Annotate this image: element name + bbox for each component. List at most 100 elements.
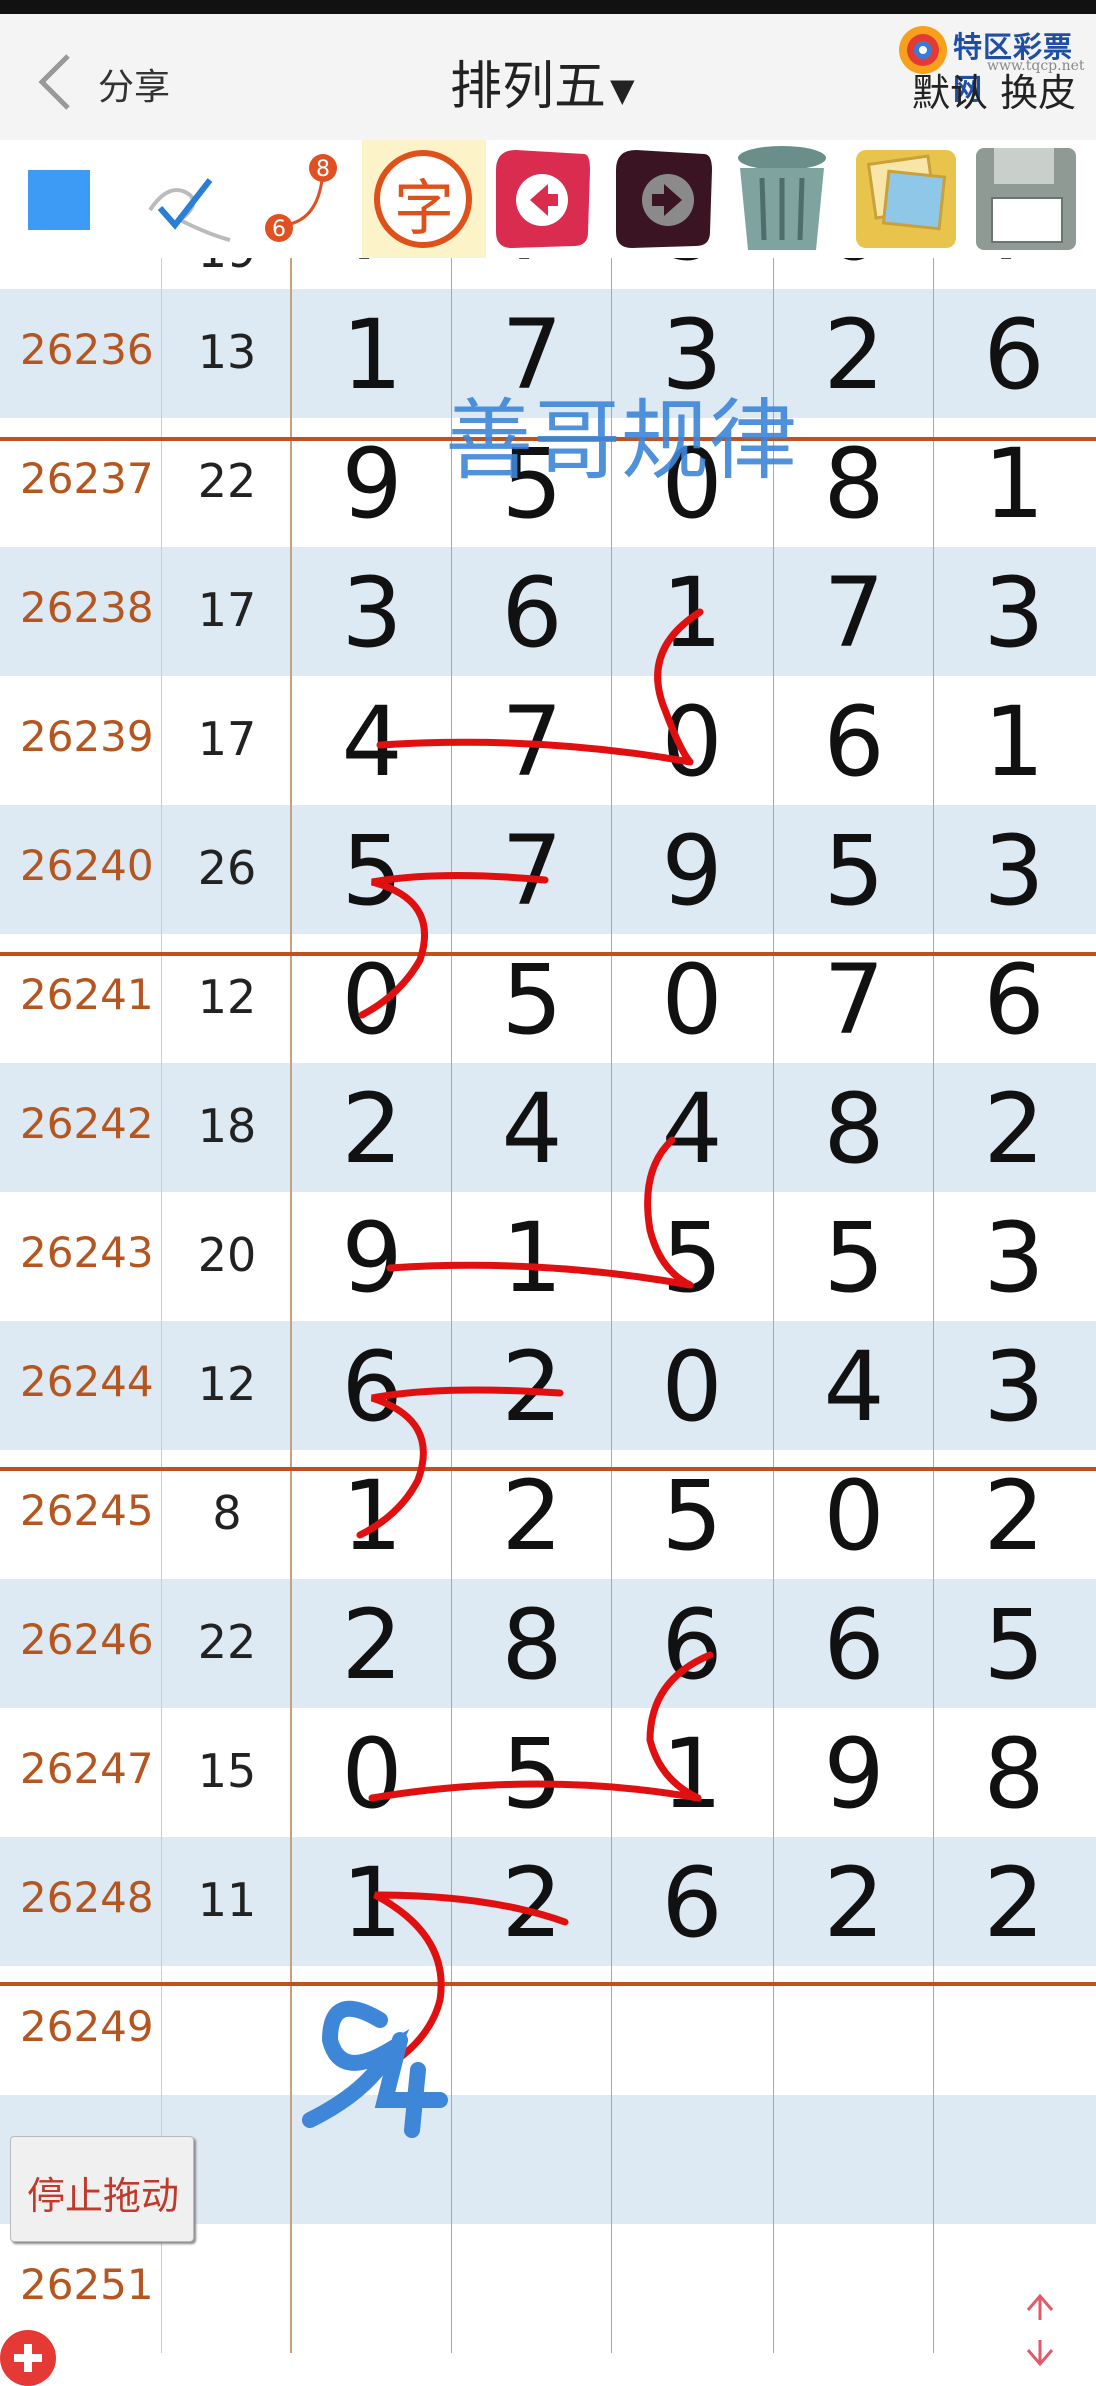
- digit-sum: 17: [197, 583, 257, 637]
- lottery-results-grid: 19 7 7 9 0 7 262361317326262372295081262…: [0, 258, 1096, 2383]
- digit: 0: [774, 258, 934, 282]
- digit: 0: [341, 1718, 403, 1830]
- digit-sum: 17: [197, 712, 257, 766]
- issue-number: 26242: [20, 1099, 154, 1148]
- issue-number: 26237: [20, 454, 154, 503]
- sequence-icon[interactable]: 8 6: [255, 140, 345, 258]
- cell-digit: 4: [774, 1321, 934, 1450]
- cell-id: 26236: [0, 289, 162, 418]
- digit: 0: [661, 428, 723, 540]
- table-row: 26251: [0, 2224, 1096, 2353]
- issue-number: 26240: [20, 841, 154, 890]
- digit: 7: [501, 815, 563, 927]
- cell-sum: [162, 2224, 292, 2353]
- cell-digit: 9: [774, 1708, 934, 1837]
- image-icon[interactable]: [846, 140, 966, 258]
- cell-digit: [774, 2224, 934, 2353]
- digit: 8: [983, 1718, 1045, 1830]
- cell-digit: 1: [292, 1837, 452, 1966]
- digit: 4: [661, 1073, 723, 1185]
- text-icon[interactable]: 字: [362, 140, 486, 258]
- text-icon-glyph: 字: [394, 174, 454, 244]
- digit: 9: [661, 815, 723, 927]
- digit: 3: [661, 299, 723, 411]
- digit: 1: [661, 1718, 723, 1830]
- digit: 2: [983, 1460, 1045, 1572]
- sequence-digit-end: 8: [316, 157, 330, 182]
- digit: 5: [823, 1202, 885, 1314]
- back-arrow-icon[interactable]: [490, 140, 594, 258]
- cell-digit: 1: [612, 1708, 774, 1837]
- digit: 7: [823, 557, 885, 669]
- cell-id: 26248: [0, 1837, 162, 1966]
- cell-id: [0, 258, 162, 289]
- digit: 1: [341, 299, 403, 411]
- cell-digit: 4: [612, 1063, 774, 1192]
- cell-id: 26240: [0, 805, 162, 934]
- digit: 2: [341, 1073, 403, 1185]
- issue-number: 26243: [20, 1228, 154, 1277]
- table-row: 26243 20 9 1 5 5 3: [0, 1192, 1096, 1321]
- digit: 2: [823, 1847, 885, 1959]
- cell-digit: 2: [292, 1063, 452, 1192]
- dropdown-caret-icon: ▼: [610, 71, 635, 109]
- cell-digit: 8: [774, 1063, 934, 1192]
- page-title[interactable]: 排列五 ▼: [450, 44, 635, 119]
- pen-icon[interactable]: [140, 140, 240, 258]
- cell-digit: 6: [292, 1321, 452, 1450]
- digit: 1: [983, 686, 1045, 798]
- table-row: 26247 15 0 5 1 9 8: [0, 1708, 1096, 1837]
- table-row: 26242 18 2 4 4 8 2: [0, 1063, 1096, 1192]
- cell-digit: 0: [612, 1321, 774, 1450]
- cell-digit: 2: [452, 1321, 612, 1450]
- cell-id: 26243: [0, 1192, 162, 1321]
- digit: 6: [341, 1331, 403, 1443]
- skin-button[interactable]: 默认 换皮: [912, 62, 1076, 117]
- cell-digit: 3: [612, 289, 774, 418]
- digit: 5: [823, 815, 885, 927]
- digit: 2: [823, 299, 885, 411]
- digit: 2: [501, 1331, 563, 1443]
- digit: 0: [661, 686, 723, 798]
- digit-sum: 26: [197, 841, 257, 895]
- issue-number: 26236: [20, 325, 154, 374]
- table-row: 26244 12 6 2 0 4 3: [0, 1321, 1096, 1450]
- digit-sum: 18: [197, 1099, 257, 1153]
- cell-digit: [774, 2095, 934, 2224]
- digit: 9: [823, 1718, 885, 1830]
- digit: 8: [823, 428, 885, 540]
- cell-digit: 7: [452, 258, 612, 289]
- color-square-icon[interactable]: [28, 170, 90, 230]
- digit-sum: 12: [197, 970, 257, 1024]
- issue-number: 26248: [20, 1873, 154, 1922]
- trash-icon[interactable]: [726, 140, 838, 258]
- forward-arrow-icon[interactable]: [610, 140, 718, 258]
- digit-sum: 13: [197, 325, 257, 379]
- cell-digit: 2: [292, 1579, 452, 1708]
- cell-id: 26246: [0, 1579, 162, 1708]
- cell-digit: [452, 2095, 612, 2224]
- digit: 7: [823, 944, 885, 1056]
- cell-id: 26238: [0, 547, 162, 676]
- cell-digit: [452, 2224, 612, 2353]
- cell-digit: 0: [612, 676, 774, 805]
- scroll-arrows-icon[interactable]: [1016, 2290, 1064, 2370]
- save-disk-icon[interactable]: [970, 140, 1082, 258]
- digit-sum: 22: [197, 1615, 257, 1669]
- cell-digit: 1: [452, 1192, 612, 1321]
- sequence-digit-start: 6: [272, 217, 286, 242]
- share-button[interactable]: 分享: [98, 58, 170, 110]
- cell-sum: 15: [162, 1708, 292, 1837]
- add-icon[interactable]: [0, 2330, 56, 2386]
- cell-id: 26247: [0, 1708, 162, 1837]
- stop-drag-button[interactable]: 停止拖动: [10, 2136, 194, 2242]
- back-icon[interactable]: [32, 52, 78, 112]
- cell-digit: 2: [934, 1063, 1096, 1192]
- digit: 3: [983, 1331, 1045, 1443]
- table-row: 26238 17 3 6 1 7 3: [0, 547, 1096, 676]
- cell-digit: 9: [612, 258, 774, 289]
- cell-digit: 1: [292, 289, 452, 418]
- cell-digit: 5: [774, 805, 934, 934]
- title-text: 排列五: [450, 57, 607, 117]
- cell-sum: 18: [162, 1063, 292, 1192]
